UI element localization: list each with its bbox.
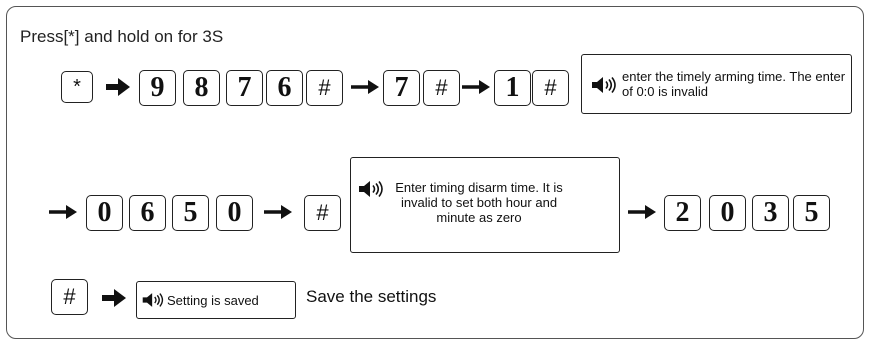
arm-time-key-5: 5 bbox=[172, 195, 209, 231]
arm-time-key-0b: 0 bbox=[216, 195, 253, 231]
disarm-time-key-2: 2 bbox=[664, 195, 701, 231]
disarm-time-key-0: 0 bbox=[709, 195, 746, 231]
arrow-right-icon bbox=[628, 205, 656, 219]
arrow-right-icon bbox=[462, 80, 490, 94]
code-key-6: 6 bbox=[266, 70, 303, 106]
prompt-text: enter the timely arming time. The enter … bbox=[622, 69, 846, 99]
save-note: Save the settings bbox=[306, 287, 437, 306]
arrow-right-icon bbox=[351, 80, 379, 94]
prompt-text: Setting is saved bbox=[167, 293, 259, 308]
menu-key-7: 7 bbox=[383, 70, 420, 106]
disarm-time-key-5: 5 bbox=[793, 195, 830, 231]
voice-prompt-saved: Setting is saved bbox=[136, 281, 296, 319]
option-key-1: 1 bbox=[494, 70, 531, 106]
speaker-icon bbox=[142, 293, 164, 307]
save-confirm-key-hash: # bbox=[51, 279, 88, 315]
arrow-right-icon bbox=[49, 205, 77, 219]
disarm-time-key-3: 3 bbox=[752, 195, 789, 231]
arm-time-key-0: 0 bbox=[86, 195, 123, 231]
arrow-right-icon bbox=[102, 289, 126, 307]
diagram-heading: Press[*] and hold on for 3S bbox=[20, 27, 224, 46]
arm-time-key-6: 6 bbox=[129, 195, 166, 231]
code-key-7: 7 bbox=[226, 70, 263, 106]
arrow-right-icon bbox=[106, 78, 130, 96]
code-key-9: 9 bbox=[139, 70, 176, 106]
speaker-icon bbox=[359, 181, 383, 197]
voice-prompt-disarm-time: Enter timing disarm time. It is invalid … bbox=[350, 157, 620, 253]
arrow-right-icon bbox=[264, 205, 292, 219]
voice-prompt-arming-time: enter the timely arming time. The enter … bbox=[581, 54, 852, 114]
code-key-hash: # bbox=[306, 70, 343, 106]
key-star: * bbox=[61, 71, 93, 103]
confirm-key-hash: # bbox=[304, 195, 341, 231]
menu-key-hash: # bbox=[423, 70, 460, 106]
speaker-icon bbox=[592, 77, 616, 93]
code-key-8: 8 bbox=[183, 70, 220, 106]
prompt-text: Enter timing disarm time. It is invalid … bbox=[395, 180, 563, 225]
option-key-hash: # bbox=[532, 70, 569, 106]
